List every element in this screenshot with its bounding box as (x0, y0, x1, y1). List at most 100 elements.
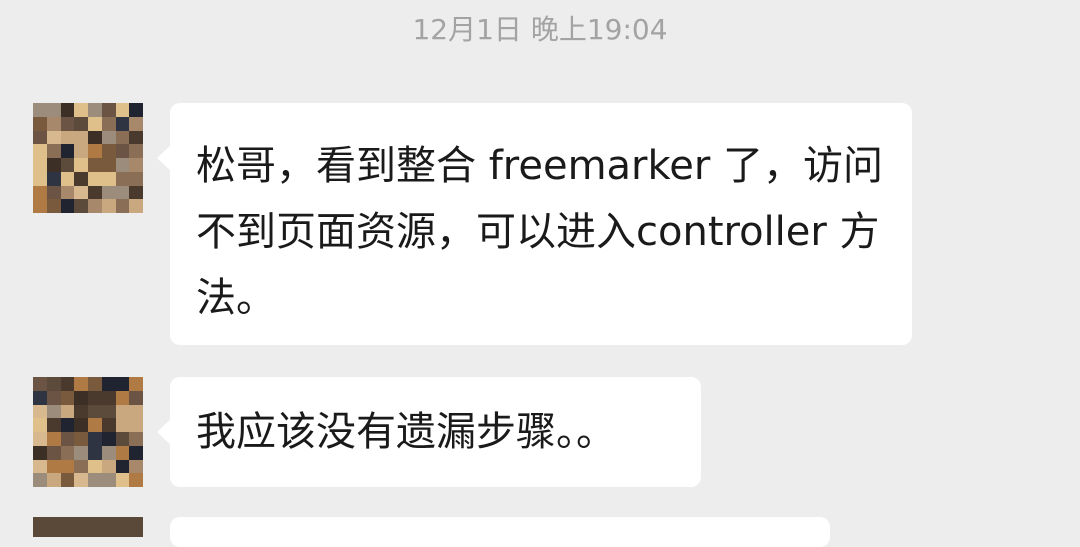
avatar-pixel (88, 130, 102, 145)
avatar-pixel (129, 158, 143, 172)
avatar-pixel (33, 432, 47, 446)
avatar-pixel (88, 199, 102, 213)
avatar-pixel (115, 185, 130, 200)
avatar-pixel (74, 377, 88, 391)
avatar-pixel (129, 459, 143, 474)
avatar-pixel (88, 404, 102, 419)
avatar-pixel (101, 404, 116, 419)
avatar-pixel (46, 432, 61, 446)
avatar-pixel (74, 390, 88, 405)
avatar-pixel (101, 171, 116, 186)
avatar-pixel (46, 130, 61, 145)
avatar-pixel (74, 418, 88, 432)
avatar-pixel (101, 459, 116, 474)
avatar-pixel (115, 199, 130, 213)
avatar-pixel (60, 103, 75, 117)
avatar-pixel (46, 171, 61, 186)
avatar-pixel (115, 103, 130, 117)
avatar-pixel (74, 130, 88, 145)
avatar-pixel (46, 445, 61, 460)
avatar-pixel (129, 103, 143, 117)
avatar-pixel (88, 185, 102, 200)
avatar-pixel (74, 116, 88, 131)
avatar-pixel (74, 432, 88, 446)
avatar-pixel (115, 116, 130, 131)
avatar-pixel (129, 404, 143, 419)
avatar-pixel (33, 171, 47, 186)
contact-avatar-partial[interactable] (33, 517, 143, 537)
avatar-pixel (33, 199, 47, 213)
avatar-pixel (46, 185, 61, 200)
avatar-pixel (33, 377, 47, 391)
avatar-pixel (60, 158, 75, 172)
avatar-pixel (88, 144, 102, 158)
contact-avatar[interactable] (33, 377, 143, 487)
avatar-pixel (115, 418, 130, 432)
avatar-pixel (33, 418, 47, 432)
avatar-pixel (46, 158, 61, 172)
avatar-pixel (101, 377, 116, 391)
avatar-pixel (101, 158, 116, 172)
avatar-pixel (46, 404, 61, 419)
avatar-pixel (33, 390, 47, 405)
avatar-pixel (101, 103, 116, 117)
avatar-pixel (129, 432, 143, 446)
avatar-pixel (115, 459, 130, 474)
avatar-pixel (129, 390, 143, 405)
avatar-pixel (74, 404, 88, 419)
avatar-pixel (115, 144, 130, 158)
message-bubble[interactable]: 我应该没有遗漏步骤。。 (157, 377, 701, 487)
avatar-pixel (88, 445, 102, 460)
avatar-pixel (88, 390, 102, 405)
contact-avatar[interactable] (33, 103, 143, 213)
avatar-pixel (33, 130, 47, 145)
avatar-pixel (60, 144, 75, 158)
avatar-pixel (60, 171, 75, 186)
avatar-pixel (33, 404, 47, 419)
avatar-pixel (101, 418, 116, 432)
avatar-pixel (60, 432, 75, 446)
avatar-pixel (101, 144, 116, 158)
avatar-pixel (101, 185, 116, 200)
avatar-pixel (129, 445, 143, 460)
avatar-pixel (60, 445, 75, 460)
avatar-pixel (60, 459, 75, 474)
avatar-pixel (129, 171, 143, 186)
avatar-pixel (88, 158, 102, 172)
message-text: 我应该没有遗漏步骤。。 (196, 409, 616, 455)
avatar-pixel (46, 377, 61, 391)
avatar-pixel (115, 432, 130, 446)
avatar-pixel (46, 199, 61, 213)
avatar-pixel (115, 158, 130, 172)
avatar-pixel (101, 199, 116, 213)
avatar-pixel (33, 459, 47, 474)
avatar-pixel (46, 144, 61, 158)
avatar-pixel (46, 418, 61, 432)
avatar-pixel (74, 445, 88, 460)
avatar-pixel (46, 390, 61, 405)
avatar-pixel (129, 199, 143, 213)
avatar-pixel (60, 377, 75, 391)
avatar-pixel (115, 171, 130, 186)
message-text: 松哥，看到整合 freemarker 了，访问不到页面资源，可以进入contro… (196, 143, 884, 321)
avatar-pixel (129, 116, 143, 131)
avatar-pixel (101, 445, 116, 460)
avatar-pixel (60, 473, 75, 487)
avatar-pixel (60, 116, 75, 131)
avatar-pixel (60, 185, 75, 200)
avatar-pixel (74, 185, 88, 200)
message-bubble[interactable]: 松哥，看到整合 freemarker 了，访问不到页面资源，可以进入contro… (157, 103, 912, 345)
avatar-pixel (101, 432, 116, 446)
avatar-pixel (74, 459, 88, 474)
avatar-pixel (33, 473, 47, 487)
avatar-pixel (46, 116, 61, 131)
avatar-pixel (115, 130, 130, 145)
avatar-pixel (33, 185, 47, 200)
avatar-pixel (74, 199, 88, 213)
avatar-pixel (88, 171, 102, 186)
avatar-pixel (88, 459, 102, 474)
avatar-pixel (129, 473, 143, 487)
avatar-pixel (60, 418, 75, 432)
avatar-pixel (46, 473, 61, 487)
avatar-pixel (33, 116, 47, 131)
